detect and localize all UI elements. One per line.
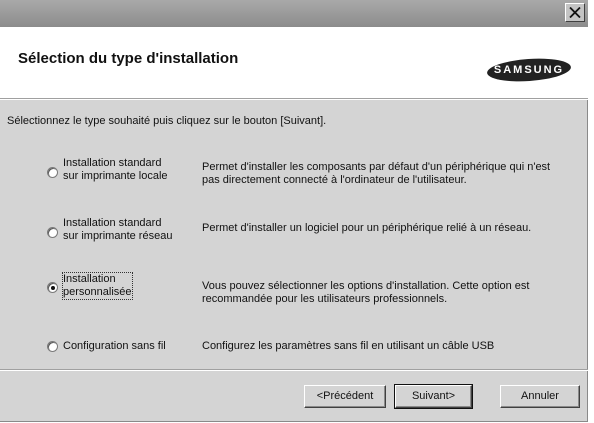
option-network-label[interactable]: Installation standard sur imprimante rés… xyxy=(63,217,172,243)
next-button[interactable]: Suivant> xyxy=(394,384,473,409)
instruction-text: Sélectionnez le type souhaité puis cliqu… xyxy=(7,115,327,127)
radio-selected-dot xyxy=(51,286,55,290)
page-title: Sélection du type d'installation xyxy=(18,50,239,67)
radio-network[interactable] xyxy=(47,227,58,238)
option-local-desc-line2: pas directement connecté à l'ordinateur … xyxy=(202,174,467,186)
option-wireless-label-line1: Configuration sans fil xyxy=(63,340,166,352)
footer-divider-highlight xyxy=(0,370,588,371)
radio-custom[interactable] xyxy=(47,282,58,293)
option-network-label-line2: sur imprimante réseau xyxy=(63,230,173,242)
option-custom-label[interactable]: Installation personnalisée xyxy=(62,272,133,300)
back-button[interactable]: <Précédent xyxy=(304,385,386,408)
installer-dialog: Sélection du type d'installation SAMSUNG… xyxy=(0,0,588,422)
samsung-logo: SAMSUNG xyxy=(486,58,572,82)
radio-local[interactable] xyxy=(47,167,58,178)
dialog-header: Sélection du type d'installation SAMSUNG xyxy=(0,27,588,99)
option-custom-description: Vous pouvez sélectionner les options d'i… xyxy=(202,280,529,306)
option-local-label-line1: Installation standard xyxy=(63,157,162,169)
close-icon xyxy=(569,7,581,18)
option-wireless-label[interactable]: Configuration sans fil xyxy=(63,340,166,353)
close-button[interactable] xyxy=(565,3,585,22)
option-network-label-line1: Installation standard xyxy=(63,217,162,229)
cancel-button[interactable]: Annuler xyxy=(500,385,580,408)
option-network-desc-line1: Permet d'installer un logiciel pour un p… xyxy=(202,222,532,234)
back-button-label: <Précédent xyxy=(316,390,374,402)
option-custom-desc-line2: recommandée pour les utilisateurs profes… xyxy=(202,293,448,305)
logo-text: SAMSUNG xyxy=(493,64,565,76)
option-network-description: Permet d'installer un logiciel pour un p… xyxy=(202,222,531,235)
radio-wireless[interactable] xyxy=(47,341,58,352)
option-local-label[interactable]: Installation standard sur imprimante loc… xyxy=(63,157,168,183)
next-button-label: Suivant> xyxy=(411,390,456,402)
option-local-label-line2: sur imprimante locale xyxy=(63,170,168,182)
option-custom-desc-line1: Vous pouvez sélectionner les options d'i… xyxy=(202,280,530,292)
header-divider xyxy=(0,99,588,100)
option-custom-label-line1: Installation xyxy=(63,273,116,285)
option-local-description: Permet d'installer les composants par dé… xyxy=(202,161,550,187)
option-custom-label-line2: personnalisée xyxy=(63,286,132,298)
cancel-button-label: Annuler xyxy=(521,390,559,402)
option-local-desc-line1: Permet d'installer les composants par dé… xyxy=(202,161,551,173)
option-wireless-description: Configurez les paramètres sans fil en ut… xyxy=(202,340,494,353)
option-wireless-desc-line1: Configurez les paramètres sans fil en ut… xyxy=(202,340,495,352)
title-bar[interactable] xyxy=(0,0,588,27)
